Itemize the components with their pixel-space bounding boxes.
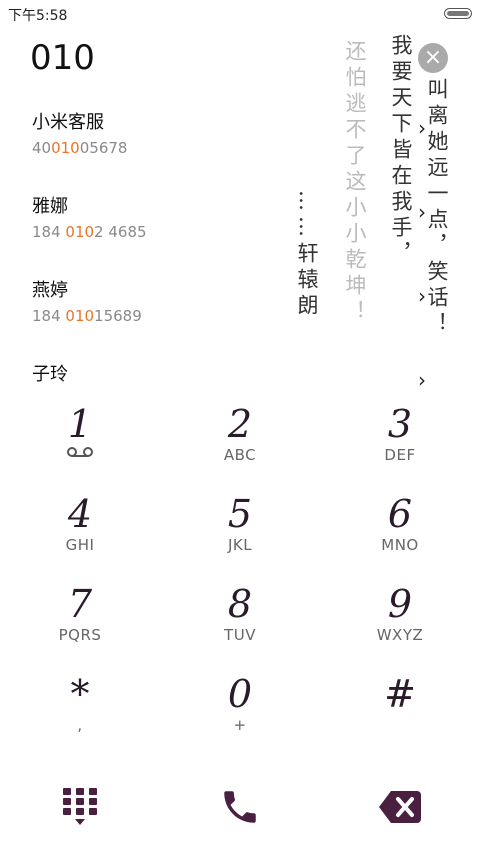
dialpad-toggle-button[interactable] (0, 760, 160, 853)
key-letters: , (77, 716, 83, 734)
key-digit: 1 (67, 402, 93, 446)
contact-number: 184 0102 4685 (32, 223, 147, 241)
contact-result[interactable]: 燕婷 184 01015689 (32, 276, 292, 325)
key-letters: + (233, 716, 247, 734)
poem-column-1: 叫离她远一点，笑话！ (425, 78, 449, 338)
key-letters: ABC (223, 446, 257, 464)
poem-column-3: 还怕逃不了这小小乾坤！ (343, 40, 367, 326)
key-8[interactable]: 8 TUV (160, 578, 320, 668)
key-digit: 3 (387, 402, 413, 446)
key-digit: 9 (387, 582, 413, 626)
backspace-button[interactable] (320, 760, 480, 853)
key-star[interactable]: * , (0, 668, 160, 758)
key-6[interactable]: 6 MNO (320, 488, 480, 578)
key-digit: 0 (227, 672, 253, 716)
key-3[interactable]: 3 DEF (320, 398, 480, 488)
key-digit: 6 (387, 492, 413, 536)
key-7[interactable]: 7 PQRS (0, 578, 160, 668)
key-4[interactable]: 4 GHI (0, 488, 160, 578)
key-1[interactable]: 1 (0, 398, 160, 488)
key-letters: GHI (65, 536, 95, 554)
key-letters: TUV (224, 626, 256, 644)
status-time: 下午5:58 (8, 8, 68, 24)
contact-number: 4001005678 (32, 139, 128, 157)
contact-result[interactable]: 子玲 (32, 360, 292, 386)
contact-name: 小米客服 (32, 112, 104, 133)
chevron-right-icon[interactable]: › (418, 200, 426, 224)
close-icon: × (423, 45, 443, 70)
key-digit: 2 (227, 402, 253, 446)
dialed-number[interactable]: 010 (30, 38, 95, 78)
key-5[interactable]: 5 JKL (160, 488, 320, 578)
call-button[interactable] (160, 760, 320, 853)
backspace-icon (379, 790, 421, 823)
key-digit: 8 (227, 582, 253, 626)
key-digit: 5 (227, 492, 253, 536)
key-letters: PQRS (58, 626, 102, 644)
key-2[interactable]: 2 ABC (160, 398, 320, 488)
key-letters: WXYZ (376, 626, 424, 644)
voicemail-icon (67, 447, 93, 459)
poem-column-4: ……轩辕朗 (295, 190, 319, 320)
key-hash[interactable]: # (320, 668, 480, 758)
close-button[interactable]: × (418, 43, 448, 73)
poem-column-2: 我要天下皆在我手， (389, 34, 413, 268)
key-letters: JKL (227, 536, 253, 554)
contact-number: 184 01015689 (32, 307, 142, 325)
chevron-right-icon[interactable]: › (418, 368, 426, 392)
key-0[interactable]: 0 + (160, 668, 320, 758)
key-letters: DEF (384, 446, 416, 464)
key-letters: MNO (381, 536, 419, 554)
key-digit: 4 (67, 492, 93, 536)
dialpad-icon (63, 787, 97, 825)
chevron-right-icon[interactable]: › (418, 284, 426, 308)
contact-result[interactable]: 雅娜 184 0102 4685 (32, 192, 292, 241)
keypad: 1 2 ABC 3 DEF 4 GHI 5 JKL 6 MNO 7 PQRS 8… (0, 398, 480, 758)
key-digit: 7 (67, 582, 93, 626)
bottom-bar (0, 760, 480, 853)
battery-icon (444, 8, 472, 19)
key-9[interactable]: 9 WXYZ (320, 578, 480, 668)
contact-result[interactable]: 小米客服 4001005678 (32, 108, 292, 157)
phone-icon (224, 790, 256, 823)
chevron-right-icon[interactable]: › (418, 116, 426, 140)
key-digit: # (384, 672, 416, 716)
contact-name: 子玲 (32, 364, 68, 385)
status-bar: 下午5:58 (0, 0, 480, 28)
contact-name: 雅娜 (32, 196, 68, 217)
key-digit: * (70, 672, 90, 716)
contact-name: 燕婷 (32, 280, 68, 301)
